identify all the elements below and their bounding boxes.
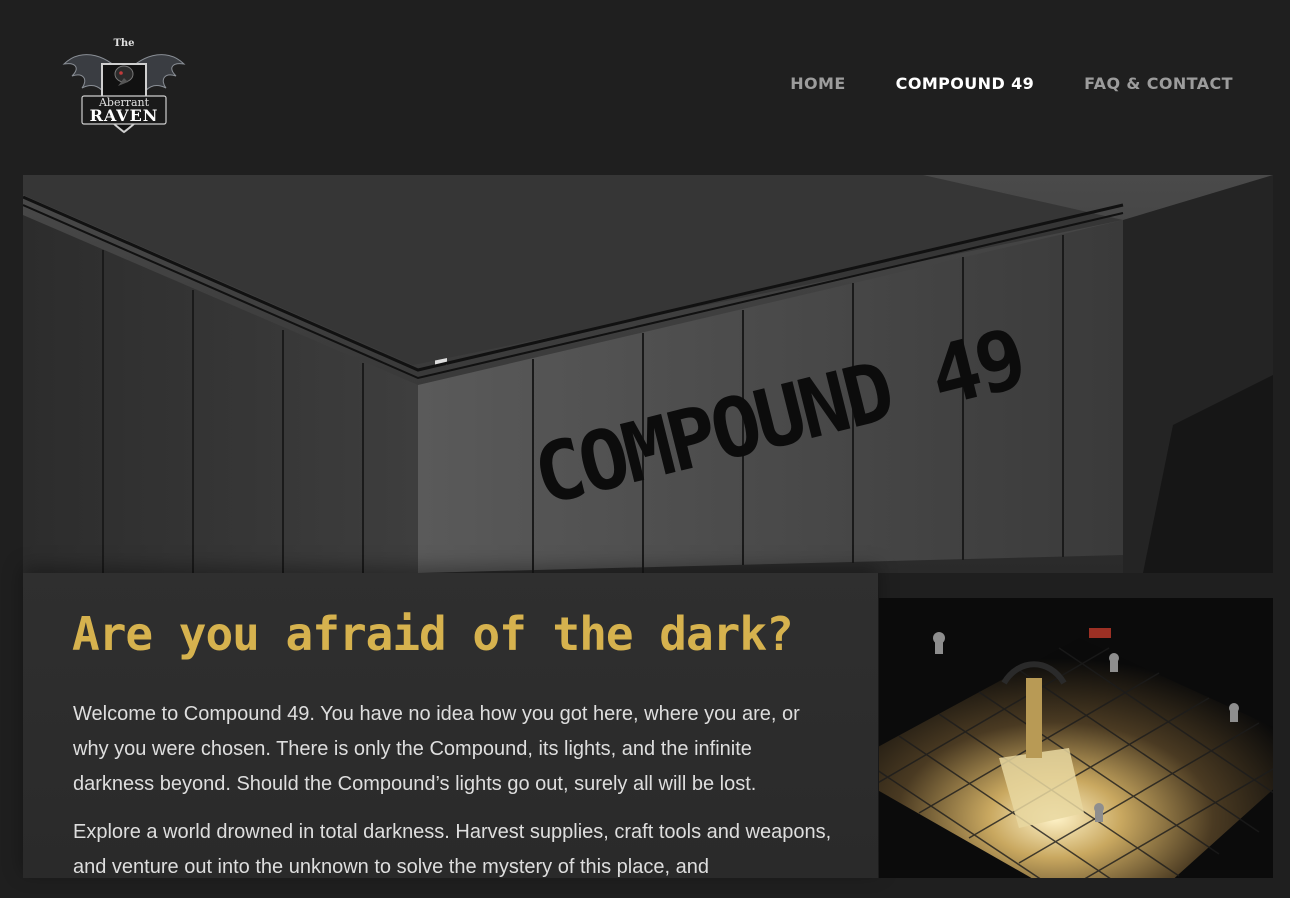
board-game-image (879, 598, 1273, 878)
intro-paragraph-1: Welcome to Compound 49. You have no idea… (73, 703, 800, 795)
raven-logo-icon: The Aberrant RAVEN (62, 38, 186, 134)
intro-paragraph-2: Explore a world drowned in total darknes… (73, 821, 832, 878)
nav-faq-contact-link[interactable]: FAQ & CONTACT (1084, 74, 1233, 93)
nav-compound-49-link[interactable]: COMPOUND 49 (896, 74, 1035, 93)
intro-body: Welcome to Compound 49. You have no idea… (73, 697, 833, 898)
intro-card: Are you afraid of the dark? Welcome to C… (23, 573, 878, 878)
nav-home-link[interactable]: HOME (790, 74, 845, 93)
intro-headline: Are you afraid of the dark? (72, 607, 794, 661)
logo-raven-text: RAVEN (90, 106, 159, 125)
site-header: The Aberrant RAVEN HOME COMPOUND 49 FAQ … (0, 0, 1290, 175)
logo-the-text: The (113, 38, 134, 49)
main-nav: HOME COMPOUND 49 FAQ & CONTACT (790, 74, 1233, 93)
hero-image: COMPOUND 49 (23, 175, 1273, 573)
site-logo[interactable]: The Aberrant RAVEN (62, 36, 186, 136)
